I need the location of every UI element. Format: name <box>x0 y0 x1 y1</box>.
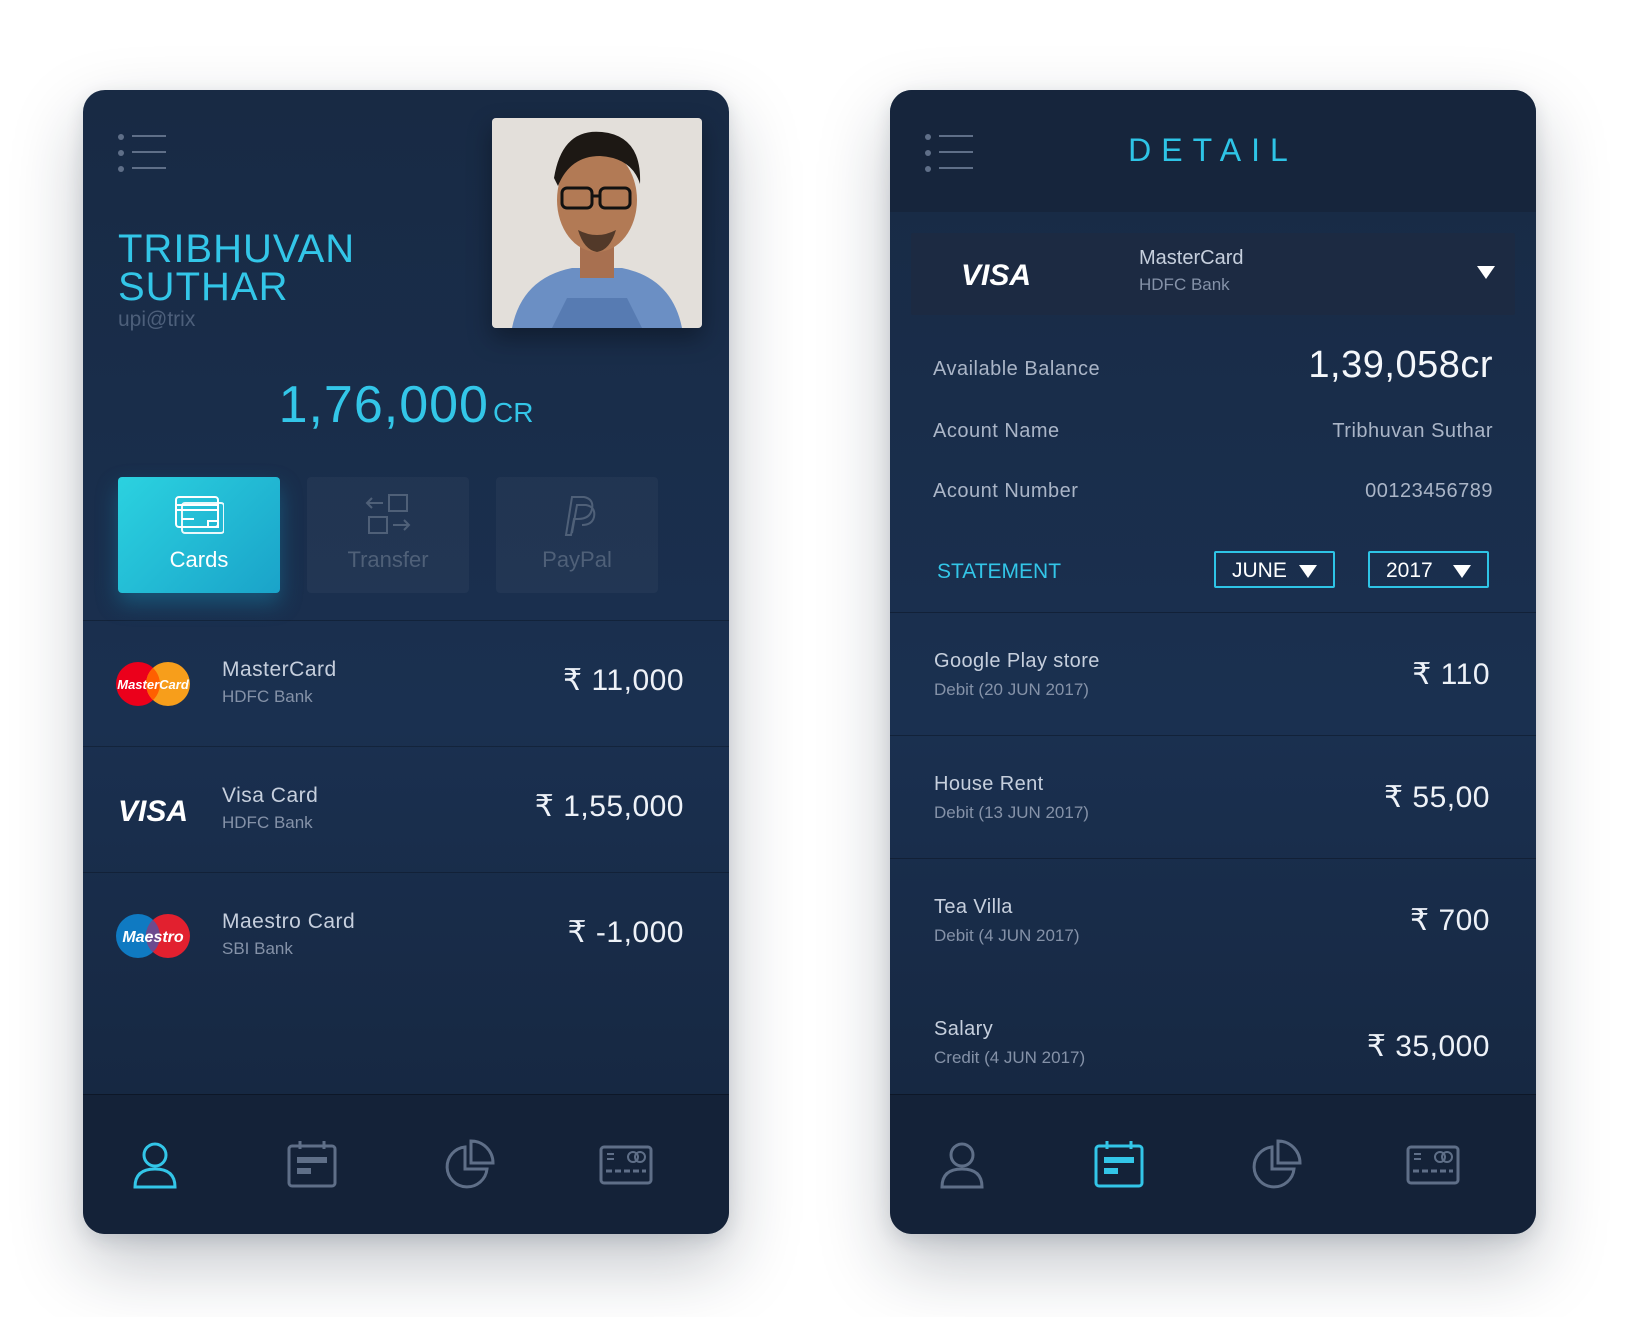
transaction-date: Debit (20 JUN 2017) <box>934 680 1089 699</box>
bottom-nav <box>83 1094 729 1234</box>
transaction-item[interactable]: Google Play store Debit (20 JUN 2017) ₹ … <box>890 612 1536 738</box>
svg-text:VISA: VISA <box>118 795 188 828</box>
tab-transfer[interactable]: Transfer <box>307 477 469 593</box>
transaction-name: Tea Villa <box>934 896 1013 918</box>
profile-icon <box>940 1142 984 1189</box>
visa-logo: VISA <box>118 795 188 828</box>
profile-first-name: TRIBHUVAN <box>118 227 356 271</box>
total-balance: 1,76,000 CR <box>83 375 729 435</box>
card-item-visa[interactable]: VISA Visa Card HDFC Bank ₹ 1,55,000 <box>83 746 729 872</box>
paypal-icon <box>564 496 596 536</box>
tab-paypal[interactable]: PayPal <box>496 477 658 593</box>
chevron-down-icon <box>1299 565 1317 578</box>
transaction-date: Debit (13 JUN 2017) <box>934 803 1089 822</box>
mastercard-logo: MasterCard <box>116 662 190 706</box>
nav-cards[interactable] <box>1405 1137 1461 1193</box>
detail-screen: DETAIL VISA MasterCard HDFC Bank Availab… <box>890 90 1536 1234</box>
visa-logo: VISA <box>961 259 1031 292</box>
transaction-date: Debit (4 JUN 2017) <box>934 926 1080 945</box>
chevron-down-icon <box>1453 565 1471 578</box>
card-amount: ₹ 1,55,000 <box>534 790 684 823</box>
card-name: MasterCard <box>222 658 337 681</box>
bottom-nav <box>890 1094 1536 1234</box>
account-name-value: Tribhuvan Suthar <box>1332 420 1493 442</box>
profile-icon <box>133 1142 177 1189</box>
card-bank: HDFC Bank <box>222 687 313 706</box>
statement-label: STATEMENT <box>937 560 1062 583</box>
balance-unit: CR <box>492 397 534 428</box>
card-selector[interactable]: VISA MasterCard HDFC Bank <box>911 233 1515 315</box>
avatar[interactable] <box>492 118 702 328</box>
card-name: Visa Card <box>222 784 319 807</box>
month-select[interactable]: JUNE <box>1214 551 1335 588</box>
nav-analytics[interactable] <box>1248 1137 1304 1193</box>
transaction-amount: ₹ 700 <box>1410 904 1490 937</box>
account-name-label: Acount Name <box>933 420 1060 442</box>
year-select-value: 2017 <box>1386 559 1433 582</box>
card-name: Maestro Card <box>222 910 356 933</box>
transaction-amount: ₹ 55,00 <box>1384 781 1490 814</box>
nav-cards[interactable] <box>598 1137 654 1193</box>
balance-amount: 1,76,000 <box>278 376 489 434</box>
page-title: DETAIL <box>1128 132 1298 168</box>
nav-profile[interactable] <box>127 1137 183 1193</box>
tab-cards[interactable]: Cards <box>118 477 280 593</box>
transaction-amount: ₹ 110 <box>1412 658 1490 691</box>
card-icon <box>175 496 224 534</box>
selected-card-name: MasterCard <box>1139 247 1244 269</box>
transaction-name: House Rent <box>934 773 1044 795</box>
calendar-icon <box>287 1141 337 1188</box>
nav-calendar[interactable] <box>284 1137 340 1193</box>
transaction-item[interactable]: House Rent Debit (13 JUN 2017) ₹ 55,00 <box>890 735 1536 861</box>
transaction-item[interactable]: Salary Credit (4 JUN 2017) ₹ 35,000 <box>890 981 1536 1107</box>
profile-last-name: SUTHAR <box>118 265 289 309</box>
pie-chart-icon <box>445 1139 495 1189</box>
svg-text:MasterCard: MasterCard <box>117 677 190 692</box>
profile-name: TRIBHUVAN SUTHAR <box>118 227 458 309</box>
transaction-name: Google Play store <box>934 650 1100 672</box>
transaction-date: Credit (4 JUN 2017) <box>934 1048 1086 1067</box>
nav-analytics[interactable] <box>441 1137 497 1193</box>
transaction-name: Salary <box>934 1018 994 1040</box>
calendar-icon <box>1094 1141 1144 1188</box>
card-icon <box>599 1145 653 1185</box>
card-item-maestro[interactable]: Maestro Maestro Card SBI Bank ₹ -1,000 <box>83 872 729 998</box>
upi-id: upi@trix <box>118 308 196 331</box>
year-select[interactable]: 2017 <box>1368 551 1489 588</box>
card-bank: HDFC Bank <box>222 813 313 832</box>
card-amount: ₹ -1,000 <box>567 916 684 949</box>
maestro-logo: Maestro <box>116 914 190 958</box>
chevron-down-icon <box>1477 266 1495 279</box>
action-tabs: Cards Transfer PayPal <box>118 477 658 593</box>
svg-text:VISA: VISA <box>961 259 1031 292</box>
month-select-value: JUNE <box>1232 559 1287 582</box>
available-balance-value: 1,39,058cr <box>1308 344 1493 386</box>
card-item-mastercard[interactable]: MasterCard MasterCard HDFC Bank ₹ 11,000 <box>83 620 729 746</box>
selected-card-bank: HDFC Bank <box>1139 275 1230 294</box>
pie-chart-icon <box>1252 1139 1302 1189</box>
home-screen: TRIBHUVAN SUTHAR upi@trix 1,76,000 CR Ca… <box>83 90 729 1234</box>
menu-button[interactable] <box>118 133 168 172</box>
transaction-item[interactable]: Tea Villa Debit (4 JUN 2017) ₹ 700 <box>890 858 1536 984</box>
tab-paypal-label: PayPal <box>542 547 612 572</box>
transfer-icon <box>365 494 411 534</box>
menu-icon <box>118 134 168 140</box>
nav-profile[interactable] <box>934 1137 990 1193</box>
available-balance-label: Available Balance <box>933 358 1101 380</box>
account-number-label: Acount Number <box>933 480 1079 502</box>
card-bank: SBI Bank <box>222 939 293 958</box>
tab-cards-label: Cards <box>169 547 229 572</box>
svg-text:Maestro: Maestro <box>122 929 184 946</box>
account-number-value: 00123456789 <box>1365 480 1493 502</box>
card-amount: ₹ 11,000 <box>563 664 684 697</box>
transaction-amount: ₹ 35,000 <box>1366 1030 1490 1063</box>
detail-header: DETAIL <box>890 90 1536 212</box>
card-icon <box>1406 1145 1460 1185</box>
tab-transfer-label: Transfer <box>347 547 429 572</box>
nav-calendar[interactable] <box>1091 1137 1147 1193</box>
